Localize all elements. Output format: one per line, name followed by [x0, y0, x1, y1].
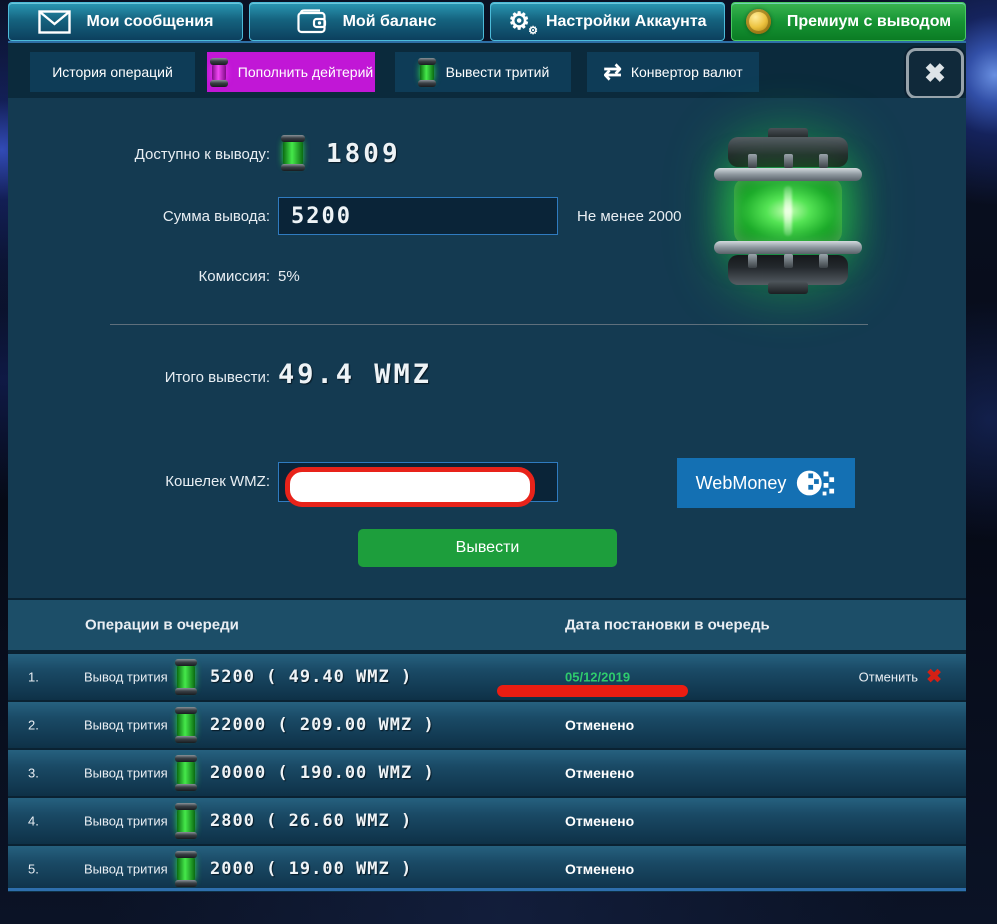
tritium-capsule-icon: [417, 58, 437, 87]
cancel-label: Отменить: [859, 670, 918, 685]
tab-label: Мои сообщения: [87, 13, 214, 31]
amount-label: Сумма вывода:: [8, 208, 270, 225]
red-x-icon: ✖: [926, 668, 942, 687]
table-row: 4. Вывод трития 2800 ( 26.60 WMZ ) Отменено: [8, 798, 966, 844]
wallet-label: Кошелек WMZ:: [8, 473, 270, 490]
webmoney-label: WebMoney: [696, 473, 787, 494]
tab-operations-history[interactable]: История операций: [30, 52, 195, 92]
table-row: 3. Вывод трития 20000 ( 190.00 WMZ ) Отмене…: [8, 750, 966, 796]
tab-label: Конвертор валют: [631, 64, 743, 80]
tab-currency-converter[interactable]: ⇄ Конвертор валют: [587, 52, 759, 92]
wallet-icon: [297, 9, 327, 34]
withdraw-form: Доступно к выводу: 1809 Сумма вывода: Не…: [8, 98, 966, 598]
tab-balance[interactable]: Мой баланс: [249, 2, 484, 41]
tritium-icon: [280, 135, 306, 171]
queue-status: Отменено: [565, 813, 634, 829]
row-number: 3.: [28, 766, 39, 781]
tab-label: Вывести тритий: [446, 64, 550, 80]
tab-premium-withdraw[interactable]: Премиум с выводом: [731, 2, 966, 41]
total-value: 49.4 WMZ: [278, 359, 432, 390]
operation-amount: 5200 ( 49.40 WMZ ): [210, 667, 412, 687]
minimum-hint: Не менее 2000: [577, 208, 682, 225]
available-label: Доступно к выводу:: [8, 146, 270, 163]
row-number: 1.: [28, 670, 39, 685]
tritium-icon: [174, 707, 198, 743]
tritium-icon: [174, 755, 198, 791]
operation-label: Вывод трития: [84, 718, 168, 733]
close-icon: ✖: [924, 58, 946, 89]
exchange-arrows-icon: ⇄: [603, 61, 621, 83]
secondary-nav-bar: История операций Пополнить дейтерий Выве…: [8, 41, 966, 98]
tritium-icon: [174, 803, 198, 839]
tab-label: Мой баланс: [343, 13, 437, 31]
tritium-icon: [174, 851, 198, 887]
tab-label: Пополнить дейтерий: [238, 64, 373, 80]
operation-amount: 22000 ( 209.00 WMZ ): [210, 715, 435, 735]
operation-amount: 2800 ( 26.60 WMZ ): [210, 811, 412, 831]
queue-status: Отменено: [565, 765, 634, 781]
operation-label: Вывод трития: [84, 862, 168, 877]
premium-window: Мои сообщения Мой баланс ⚙⚙ Настройки Ак…: [8, 0, 966, 924]
queue-status: Отменено: [565, 717, 634, 733]
tab-messages[interactable]: Мои сообщения: [8, 2, 243, 41]
table-row: 1. Вывод трития 5200 ( 49.40 WMZ ) 05/12/20…: [8, 654, 966, 700]
tritium-icon: [174, 659, 198, 695]
webmoney-button[interactable]: WebMoney: [677, 458, 855, 508]
total-label: Итого вывести:: [8, 369, 270, 386]
table-row: 2. Вывод трития 22000 ( 209.00 WMZ ) Отмене…: [8, 702, 966, 748]
tab-label: История операций: [52, 64, 173, 80]
tab-withdraw-tritium[interactable]: Вывести тритий: [395, 52, 571, 92]
queue-header: Операции в очереди Дата постановки в оче…: [8, 600, 966, 650]
operation-label: Вывод трития: [84, 670, 168, 685]
medal-icon: [746, 9, 771, 34]
operation-amount: 20000 ( 190.00 WMZ ): [210, 763, 435, 783]
commission-value: 5%: [278, 268, 300, 285]
tab-label: Настройки Аккаунта: [546, 13, 707, 31]
operations-queue: Операции в очереди Дата постановки в оче…: [8, 598, 966, 891]
withdraw-amount-input[interactable]: [278, 197, 558, 235]
tab-topup-deuterium[interactable]: Пополнить дейтерий: [207, 52, 375, 92]
row-number: 4.: [28, 814, 39, 829]
row-number: 2.: [28, 718, 39, 733]
operation-label: Вывод трития: [84, 814, 168, 829]
gear-icon: ⚙⚙: [508, 10, 530, 34]
close-button[interactable]: ✖: [906, 48, 964, 99]
cancel-operation-button[interactable]: Отменить ✖: [859, 668, 942, 687]
row-number: 5.: [28, 862, 39, 877]
top-tab-bar: Мои сообщения Мой баланс ⚙⚙ Настройки Ак…: [8, 2, 966, 41]
table-row: 5. Вывод трития 2000 ( 19.00 WMZ ) Отменено: [8, 846, 966, 892]
queue-rows: 1. Вывод трития 5200 ( 49.40 WMZ ) 05/12/20…: [8, 654, 966, 894]
queue-status: 05/12/2019: [565, 670, 630, 685]
column-operations: Операции в очереди: [85, 617, 239, 634]
available-amount: 1809: [326, 139, 401, 169]
operation-label: Вывод трития: [84, 766, 168, 781]
tritium-capsule-image: [700, 128, 876, 294]
red-underline-annotation: [497, 685, 688, 697]
divider: [110, 324, 868, 325]
tab-account-settings[interactable]: ⚙⚙ Настройки Аккаунта: [490, 2, 725, 41]
deuterium-capsule-icon: [209, 58, 229, 87]
bottom-divider: [8, 888, 966, 891]
commission-label: Комиссия:: [8, 268, 270, 285]
operation-amount: 2000 ( 19.00 WMZ ): [210, 859, 412, 879]
queue-status: Отменено: [565, 861, 634, 877]
withdraw-button[interactable]: Вывести: [358, 529, 617, 567]
column-date: Дата постановки в очередь: [565, 617, 770, 634]
webmoney-logo-icon: [794, 465, 836, 501]
tab-label: Премиум с выводом: [787, 13, 951, 31]
red-redaction-annotation: [285, 467, 535, 507]
app-screen: Мои сообщения Мой баланс ⚙⚙ Настройки Ак…: [0, 0, 997, 924]
envelope-icon: [38, 10, 71, 34]
